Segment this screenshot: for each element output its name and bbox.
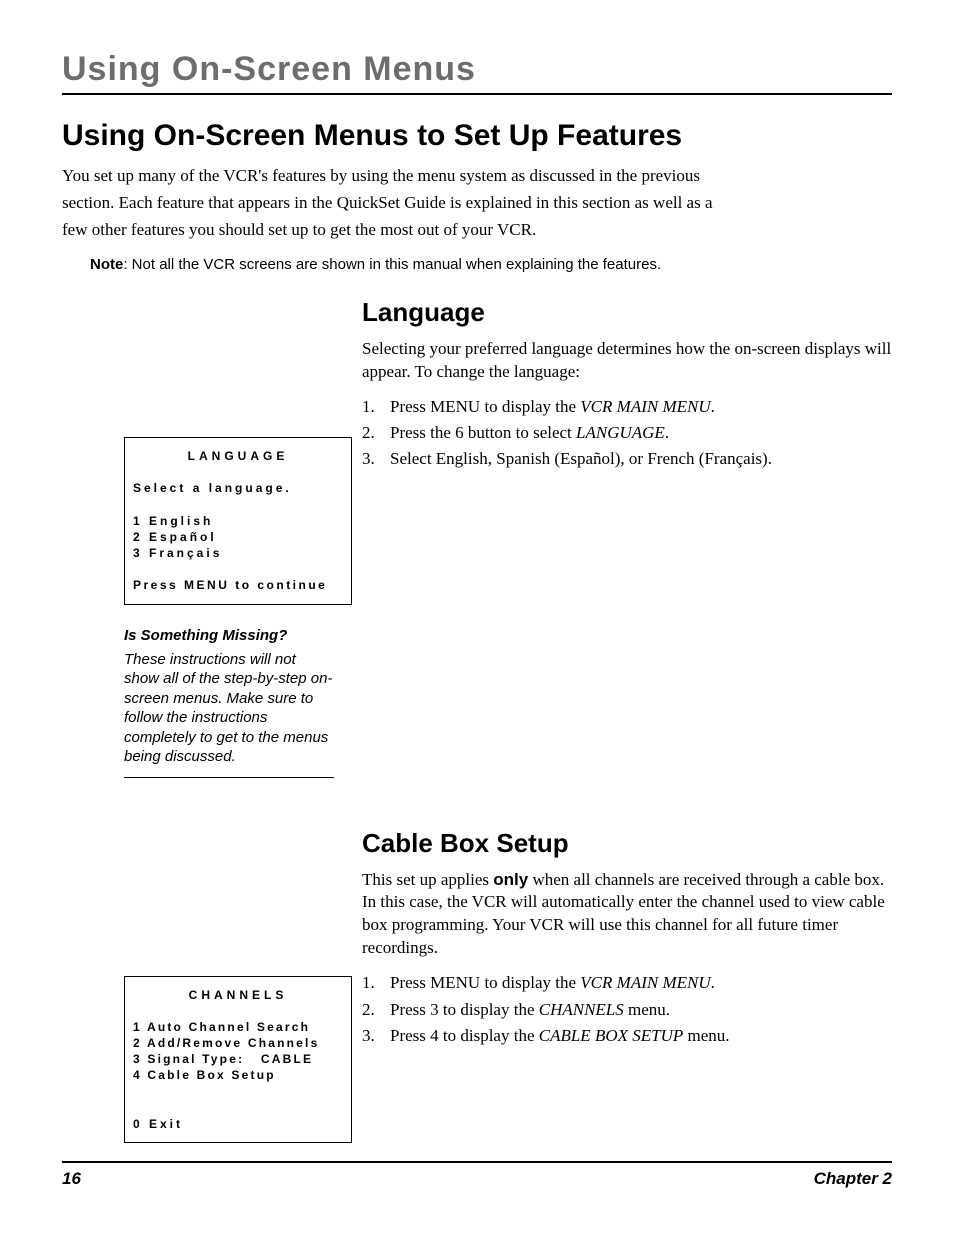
step-text: Press 4 to display the (390, 1026, 539, 1045)
language-steps: 1. Press MENU to display the VCR MAIN ME… (362, 394, 892, 473)
step-italic: VCR MAIN MENU (580, 397, 710, 416)
screen-footer: Press MENU to continue (133, 577, 343, 593)
note-text: : Not all the VCR screens are shown in t… (123, 256, 661, 273)
sidenote-body: These instructions will not show all of … (124, 650, 334, 778)
language-left-column: LANGUAGE Select a language. 1 English 2 … (62, 297, 362, 778)
language-right-column: Language Selecting your preferred langua… (362, 297, 892, 778)
step: 2. Press 3 to display the CHANNELS menu. (362, 997, 892, 1023)
page: Using On-Screen Menus Using On-Screen Me… (0, 0, 954, 1235)
step-post: . (711, 973, 715, 992)
step-italic: CABLE BOX SETUP (539, 1026, 684, 1045)
cable-body-bold: only (493, 870, 528, 889)
screen-option: 1 Auto Channel Search (133, 1019, 343, 1035)
step: 1. Press MENU to display the VCR MAIN ME… (362, 394, 892, 420)
step-text: Press MENU to display the (390, 973, 580, 992)
step-text: Press 3 to display the (390, 1000, 539, 1019)
cable-section: CHANNELS 1 Auto Channel Search 2 Add/Rem… (62, 828, 892, 1144)
cable-body-pre: This set up applies (362, 870, 493, 889)
screen-footer: 0 Exit (133, 1116, 343, 1132)
cable-left-column: CHANNELS 1 Auto Channel Search 2 Add/Rem… (62, 828, 362, 1144)
page-footer: 16 Chapter 2 (62, 1161, 892, 1189)
step-number: 3. (362, 1023, 390, 1049)
step: 3. Select English, Spanish (Español), or… (362, 446, 892, 472)
channels-screen: CHANNELS 1 Auto Channel Search 2 Add/Rem… (124, 976, 352, 1144)
intro-line: You set up many of the VCR's features by… (62, 165, 762, 188)
screen-option: 1 English (133, 513, 343, 529)
step-number: 1. (362, 970, 390, 996)
step-text: Press the 6 button to select (390, 423, 576, 442)
language-section: LANGUAGE Select a language. 1 English 2 … (62, 297, 892, 778)
screen-option: 2 Español (133, 529, 343, 545)
section-title: Using On-Screen Menus to Set Up Features (62, 119, 892, 153)
cable-body: This set up applies only when all channe… (362, 869, 892, 961)
screen-option: 2 Add/Remove Channels (133, 1035, 343, 1051)
running-head: Using On-Screen Menus (62, 50, 892, 95)
step: 2. Press the 6 button to select LANGUAGE… (362, 420, 892, 446)
screen-option: 4 Cable Box Setup (133, 1067, 343, 1083)
language-heading: Language (362, 297, 892, 328)
step-post: . (711, 397, 715, 416)
language-body: Selecting your preferred language determ… (362, 338, 892, 384)
step-italic: LANGUAGE (576, 423, 665, 442)
step-post: . (665, 423, 669, 442)
note-label: Note (90, 256, 123, 273)
step-number: 2. (362, 997, 390, 1023)
step-post: menu. (683, 1026, 729, 1045)
cable-steps: 1. Press MENU to display the VCR MAIN ME… (362, 970, 892, 1049)
step-text: Press MENU to display the (390, 397, 580, 416)
intro-line: section. Each feature that appears in th… (62, 192, 762, 215)
screen-title: CHANNELS (133, 987, 343, 1003)
chapter-label: Chapter 2 (814, 1169, 892, 1189)
note: Note: Not all the VCR screens are shown … (90, 256, 892, 273)
page-number: 16 (62, 1169, 81, 1189)
screen-option: 3 Français (133, 545, 343, 561)
step-post: menu. (624, 1000, 670, 1019)
language-screen: LANGUAGE Select a language. 1 English 2 … (124, 437, 352, 605)
step-italic: CHANNELS (539, 1000, 624, 1019)
intro-line: few other features you should set up to … (62, 219, 762, 242)
sidenote-title: Is Something Missing? (124, 627, 362, 644)
step-number: 2. (362, 420, 390, 446)
screen-prompt: Select a language. (133, 480, 343, 496)
step: 3. Press 4 to display the CABLE BOX SETU… (362, 1023, 892, 1049)
step-text: Select English, Spanish (Español), or Fr… (390, 449, 772, 468)
step-number: 1. (362, 394, 390, 420)
screen-option: 3 Signal Type: CABLE (133, 1051, 343, 1067)
screen-title: LANGUAGE (133, 448, 343, 464)
step-italic: VCR MAIN MENU (580, 973, 710, 992)
step-number: 3. (362, 446, 390, 472)
step: 1. Press MENU to display the VCR MAIN ME… (362, 970, 892, 996)
cable-heading: Cable Box Setup (362, 828, 892, 859)
intro-paragraph: You set up many of the VCR's features by… (62, 165, 762, 242)
cable-right-column: Cable Box Setup This set up applies only… (362, 828, 892, 1144)
